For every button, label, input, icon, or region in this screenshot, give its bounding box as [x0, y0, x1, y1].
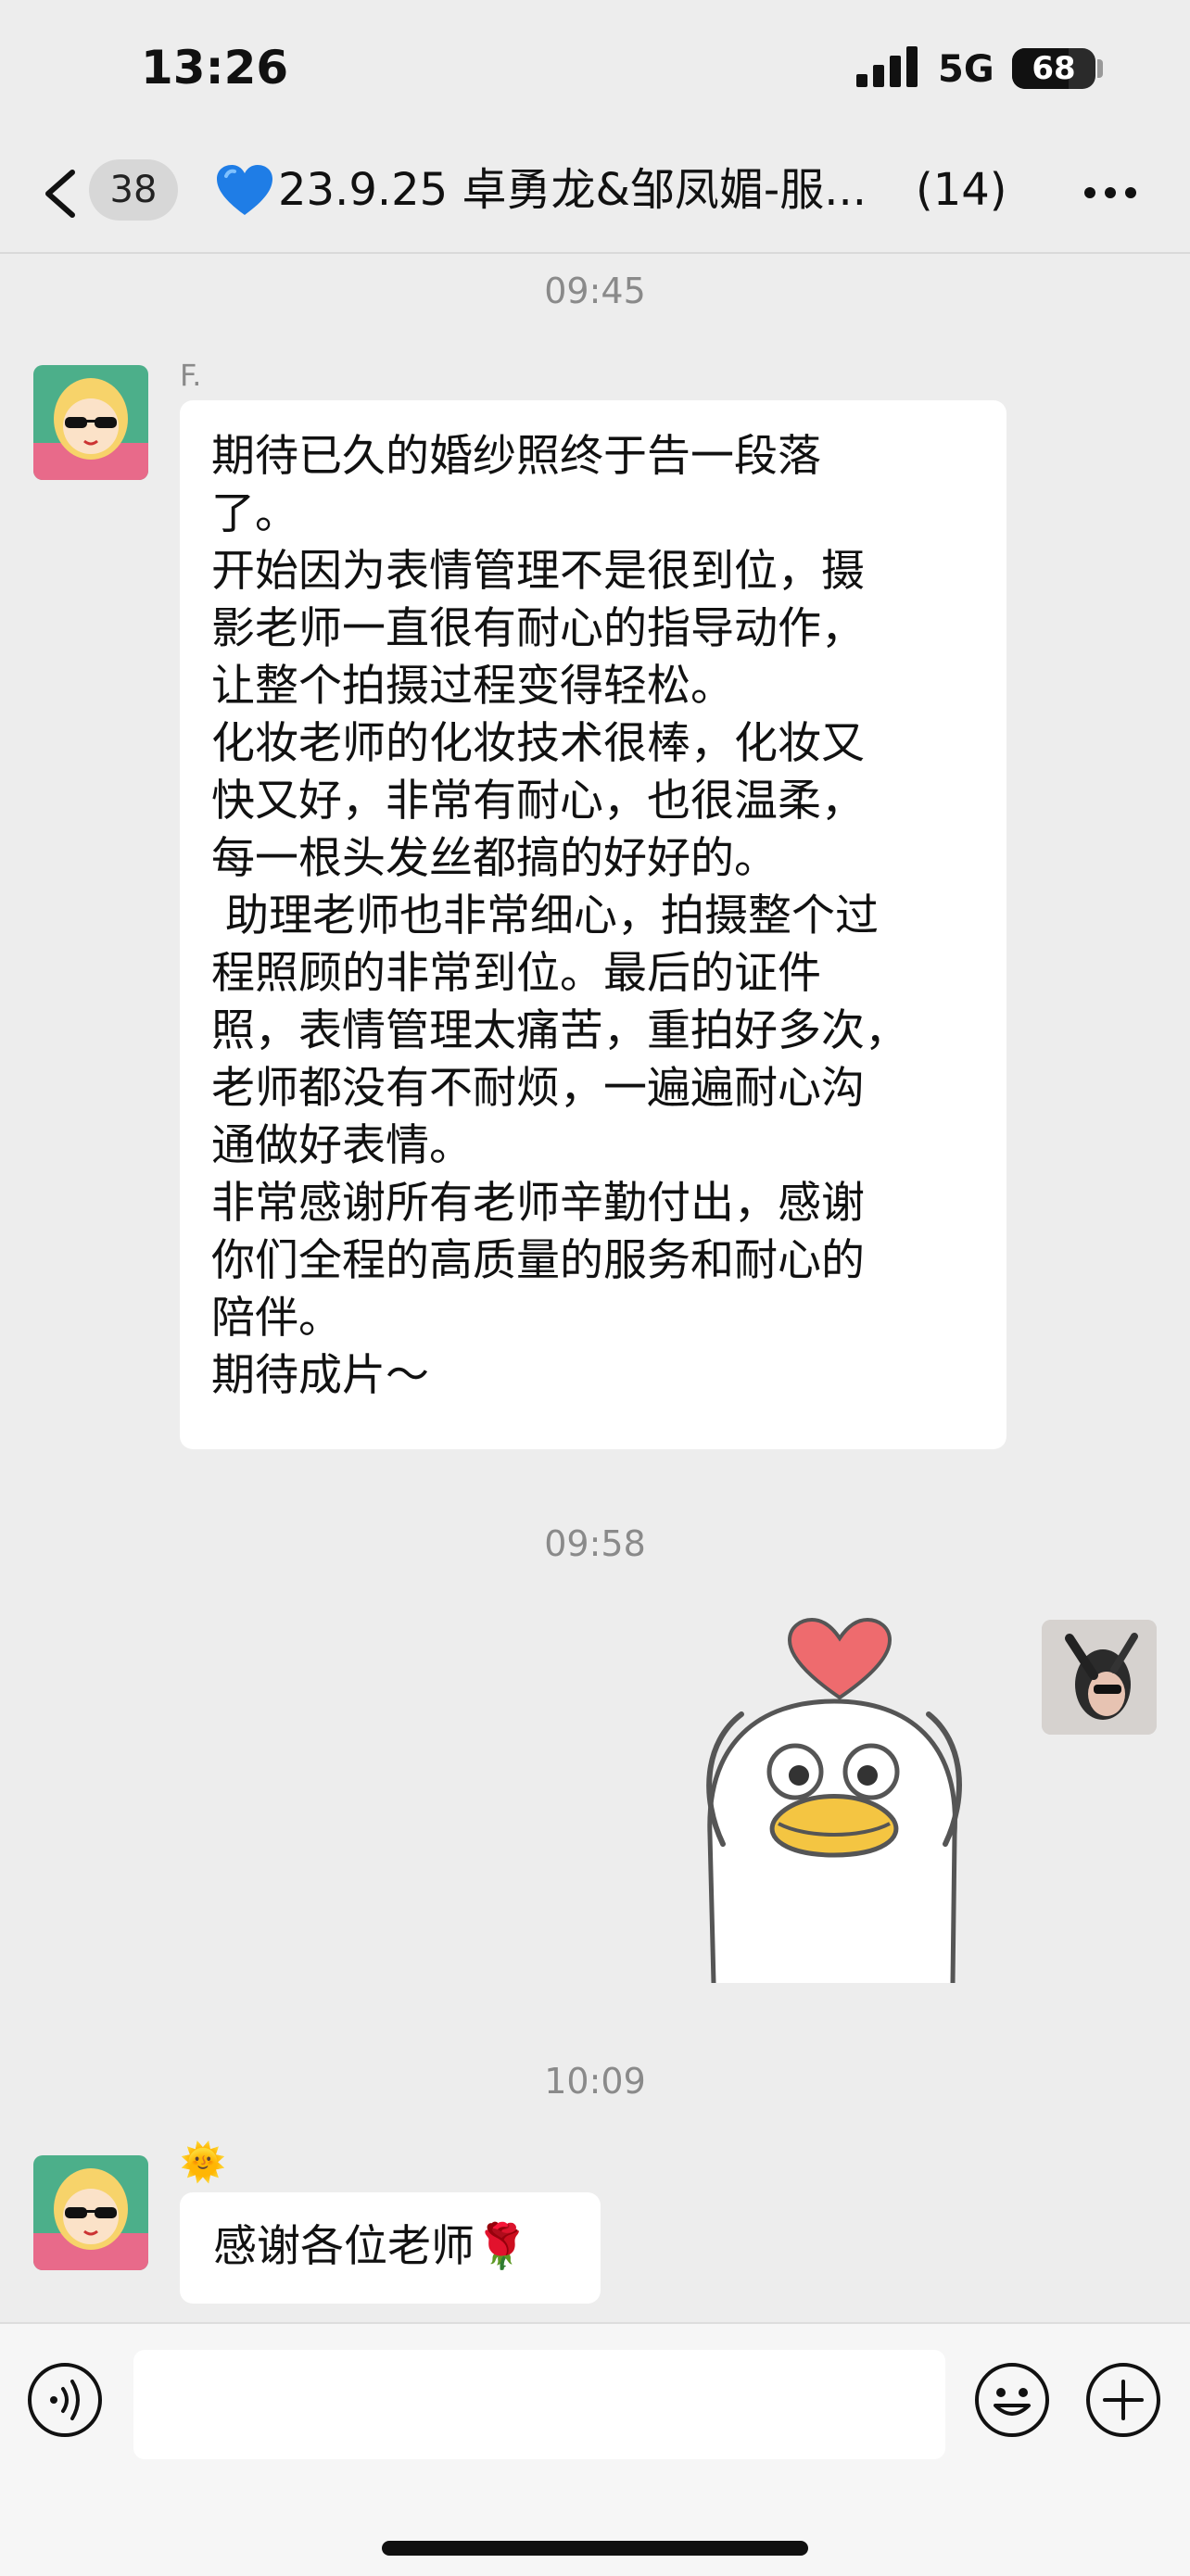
home-indicator: [382, 2541, 808, 2556]
message-bubble[interactable]: 期待已久的婚纱照终于告一段落 了。 开始因为表情管理不是很到位，摄 影老师一直很…: [180, 400, 1006, 1449]
timestamp: 10:09: [544, 2061, 646, 2102]
battery-icon: 68: [1012, 48, 1095, 89]
chevron-left-icon[interactable]: [37, 161, 93, 226]
avatar[interactable]: [33, 365, 148, 480]
member-count: (14): [916, 164, 1007, 216]
avatar-cartoon-girl: [33, 365, 148, 480]
battery-level: 68: [1032, 50, 1076, 87]
self-avatar[interactable]: [1042, 1620, 1157, 1735]
more-dots-icon[interactable]: [1082, 185, 1138, 200]
chat-title[interactable]: 23.9.25 卓勇龙&邹凤媚-服...: [278, 159, 908, 221]
chat-header: 38 23.9.25 卓勇龙&邹凤媚-服... (14): [0, 139, 1190, 254]
signal-icon: [856, 46, 918, 87]
plus-icon[interactable]: [1084, 2361, 1162, 2439]
timestamp: 09:58: [544, 1523, 646, 1564]
sender-name: F.: [180, 358, 202, 393]
avatar[interactable]: [33, 2155, 148, 2270]
battery-tip: [1097, 59, 1103, 78]
sender-name: 🌞: [180, 2141, 226, 2184]
emoji-icon[interactable]: [973, 2361, 1051, 2439]
unread-badge[interactable]: 38: [89, 159, 178, 221]
input-bar: [0, 2322, 1190, 2576]
network-type: 5G: [938, 48, 994, 91]
sticker-duck-heart[interactable]: [686, 1612, 982, 1983]
avatar-cartoon-girl: [33, 2155, 148, 2270]
message-bubble[interactable]: 感谢各位老师🌹: [180, 2192, 601, 2304]
voice-icon[interactable]: [26, 2361, 104, 2439]
message-input[interactable]: [133, 2350, 945, 2459]
avatar-photo: [1042, 1620, 1157, 1735]
blue-heart-icon: [217, 165, 272, 215]
status-time: 13:26: [141, 41, 289, 95]
status-bar: 13:26 5G 68: [0, 0, 1190, 139]
timestamp: 09:45: [544, 271, 646, 311]
